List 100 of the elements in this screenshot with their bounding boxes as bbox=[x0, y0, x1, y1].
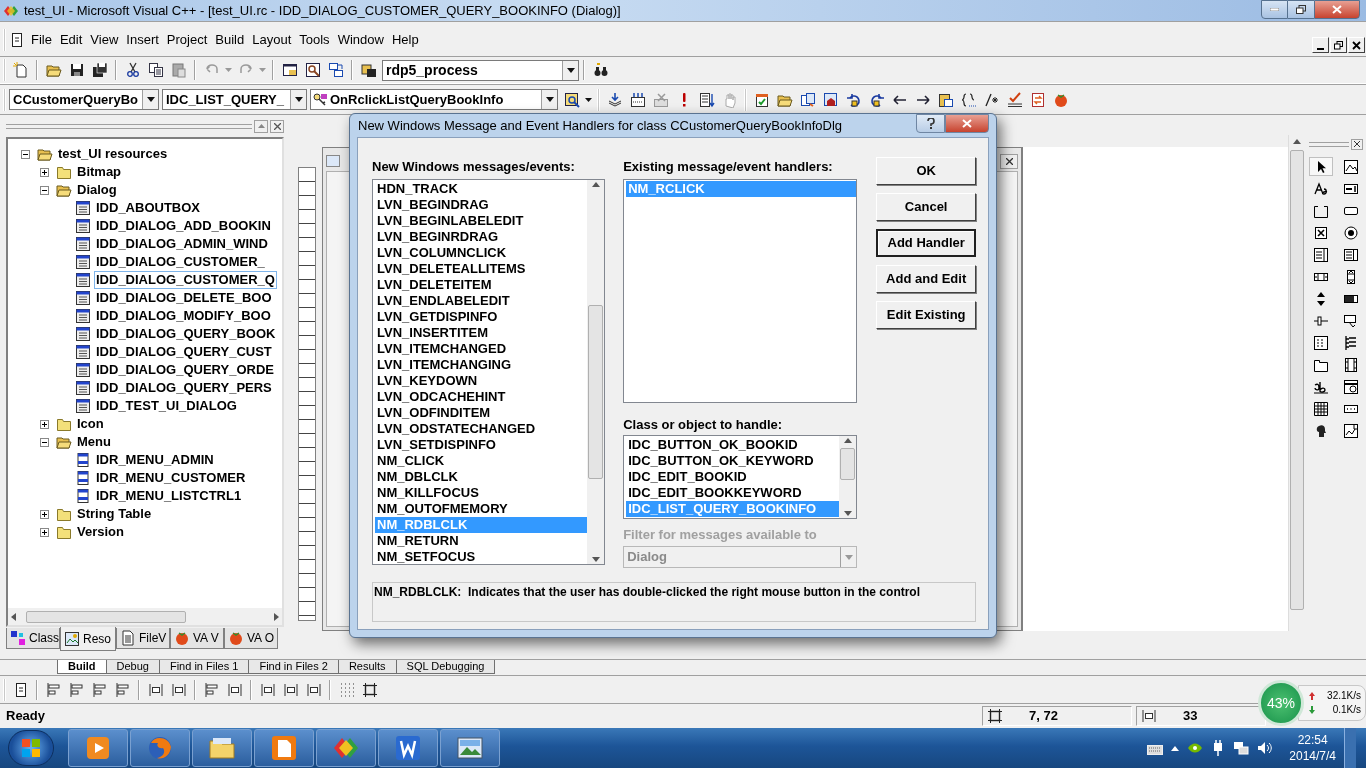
list-item[interactable]: NM_CLICK bbox=[375, 453, 588, 469]
main-command[interactable]: File bbox=[27, 30, 56, 50]
scroll-thumb[interactable] bbox=[840, 448, 856, 481]
clipboard-icon[interactable] bbox=[937, 91, 954, 108]
output-tab[interactable]: Find in Files 1 bbox=[158, 660, 250, 674]
handler-combo[interactable]: OnRclickListQueryBookInfo bbox=[310, 89, 558, 110]
house-icon[interactable] bbox=[822, 91, 839, 108]
radio-button-icon[interactable] bbox=[1342, 224, 1359, 241]
main-command[interactable]: Window bbox=[333, 30, 388, 50]
class-combo[interactable]: CCustomerQueryBo bbox=[9, 89, 159, 110]
build-icon[interactable] bbox=[629, 91, 646, 108]
expand-icon[interactable] bbox=[39, 167, 49, 177]
wizard-icon[interactable] bbox=[563, 91, 580, 108]
check-box-icon[interactable] bbox=[1313, 224, 1329, 241]
close-toolbox-button[interactable] bbox=[1351, 138, 1363, 150]
stop-build-icon[interactable] bbox=[652, 91, 669, 108]
list-item[interactable]: LVN_SETDISPINFO bbox=[375, 437, 588, 453]
tree-item[interactable]: IDD_DIALOG_ADD_BOOKIN bbox=[94, 217, 273, 235]
dialog-button[interactable]: OK bbox=[876, 157, 976, 185]
collapse-icon[interactable] bbox=[20, 149, 30, 159]
align-icon[interactable] bbox=[203, 681, 220, 698]
animate-icon[interactable] bbox=[1342, 356, 1359, 373]
combo-box-icon[interactable] bbox=[1313, 246, 1329, 263]
list-item[interactable]: NM_SETFOCUS bbox=[375, 549, 588, 564]
clipboard-icon[interactable] bbox=[170, 62, 187, 78]
component-icon[interactable] bbox=[360, 62, 377, 78]
open-folder-icon[interactable] bbox=[45, 62, 62, 78]
window-icon[interactable] bbox=[281, 62, 298, 78]
main-command[interactable]: Tools bbox=[295, 30, 334, 50]
comment-icon[interactable] bbox=[983, 91, 1000, 108]
scroll-thumb[interactable] bbox=[588, 305, 604, 480]
expand-icon[interactable] bbox=[39, 509, 49, 519]
output-tab[interactable]: Debug bbox=[105, 660, 160, 674]
collapse-icon[interactable] bbox=[39, 437, 49, 447]
stacked-pages-icon[interactable] bbox=[606, 91, 623, 108]
dot-grid-icon[interactable] bbox=[338, 681, 355, 698]
mdi-restore-button[interactable] bbox=[1330, 37, 1347, 53]
output-tab[interactable]: Results bbox=[337, 660, 397, 674]
output-tab[interactable]: Build bbox=[57, 660, 107, 674]
swap-icon[interactable] bbox=[1029, 91, 1046, 108]
sort-down-icon[interactable] bbox=[698, 91, 715, 108]
help-button[interactable] bbox=[916, 114, 945, 133]
extended-combo-icon[interactable] bbox=[1342, 422, 1359, 439]
list-item[interactable]: LVN_DELETEALLITEMS bbox=[375, 261, 588, 277]
scroll-up-icon[interactable] bbox=[1293, 139, 1301, 144]
list-item[interactable]: LVN_ODFINDITEM bbox=[375, 405, 588, 421]
start-button[interactable] bbox=[8, 730, 54, 766]
dropdown-button[interactable] bbox=[142, 90, 158, 109]
list-item[interactable]: LVN_BEGINLABELEDIT bbox=[375, 213, 588, 229]
tree-item[interactable]: IDD_DIALOG_CUSTOMER_ bbox=[94, 253, 267, 271]
class-list[interactable]: IDC_BUTTON_OK_BOOKID IDC_BUTTON_OK_KEYWORD IDC_EDIT_BOOKID IDC_EDIT_BOOKKEYWORD IDC_LIST_QUERY_BOOKINFO bbox=[623, 435, 858, 519]
maximize-pane-button[interactable] bbox=[254, 119, 268, 133]
main-command[interactable]: Help bbox=[387, 30, 423, 50]
workspace-tab[interactable]: Class bbox=[6, 628, 60, 649]
main-command[interactable]: Layout bbox=[248, 30, 296, 50]
scroll-thumb[interactable] bbox=[26, 610, 186, 623]
workspace-tab[interactable]: VA O bbox=[224, 628, 278, 649]
scrollbar[interactable] bbox=[587, 180, 605, 564]
tree-item[interactable]: IDR_MENU_ADMIN bbox=[94, 451, 216, 469]
list-item[interactable]: LVN_DELETEITEM bbox=[375, 277, 588, 293]
tree-item[interactable]: Version bbox=[75, 523, 126, 541]
list-item[interactable]: NM_OUTOFMEMORY bbox=[375, 501, 588, 517]
list-item[interactable]: LVN_ODSTATECHANGED bbox=[375, 421, 588, 437]
list-item[interactable]: IDC_BUTTON_OK_BOOKID bbox=[626, 437, 840, 453]
dropdown-button[interactable] bbox=[541, 90, 557, 109]
date-time-picker-icon[interactable] bbox=[1342, 378, 1359, 395]
clock[interactable]: 22:54 2014/7/4 bbox=[1289, 732, 1336, 764]
main-command[interactable]: Project bbox=[162, 30, 212, 50]
configuration-combo[interactable]: rdp5_process bbox=[382, 59, 579, 81]
rotate-right-icon[interactable] bbox=[868, 91, 885, 108]
floppy-disks-icon[interactable] bbox=[91, 62, 108, 78]
list-item[interactable]: LVN_KEYDOWN bbox=[375, 373, 588, 389]
test-dialog-icon[interactable] bbox=[9, 32, 25, 48]
checkmark-icon[interactable] bbox=[753, 91, 770, 108]
list-item[interactable]: LVN_ODCACHEHINT bbox=[375, 389, 588, 405]
list-item[interactable]: IDC_BUTTON_OK_KEYWORD bbox=[626, 453, 840, 469]
list-control-icon[interactable] bbox=[1313, 334, 1329, 351]
horizontal-scrollbar[interactable] bbox=[8, 608, 282, 625]
writer-app-icon[interactable] bbox=[393, 733, 423, 763]
new-document-icon[interactable] bbox=[12, 62, 29, 78]
scroll-thumb[interactable] bbox=[1290, 150, 1304, 610]
graphics-driver-icon[interactable] bbox=[1187, 742, 1204, 754]
minimize-button[interactable] bbox=[1261, 0, 1288, 19]
picture-control-icon[interactable] bbox=[1342, 158, 1359, 175]
binoculars-icon[interactable] bbox=[592, 62, 609, 78]
caret-icon[interactable] bbox=[585, 97, 592, 102]
tree-item[interactable]: IDD_DIALOG_MODIFY_BOO bbox=[94, 307, 273, 325]
tree-item[interactable]: Bitmap bbox=[75, 163, 124, 181]
workspace-tab[interactable]: Reso bbox=[60, 627, 116, 651]
dialog-button[interactable]: Add Handler bbox=[876, 229, 976, 257]
spacing-icon[interactable] bbox=[305, 681, 322, 698]
spacing-icon[interactable] bbox=[226, 681, 243, 698]
workspace-tab[interactable]: VA V bbox=[170, 628, 224, 649]
align-icon[interactable] bbox=[45, 681, 62, 698]
tree-item[interactable]: test_UI resources bbox=[56, 145, 170, 163]
tree-control-icon[interactable] bbox=[1342, 334, 1359, 351]
main-command[interactable]: Edit bbox=[55, 30, 87, 50]
tree-item[interactable]: IDR_MENU_CUSTOMER bbox=[94, 469, 248, 487]
output-tab[interactable]: SQL Debugging bbox=[395, 660, 496, 674]
tree-item[interactable]: Icon bbox=[75, 415, 106, 433]
